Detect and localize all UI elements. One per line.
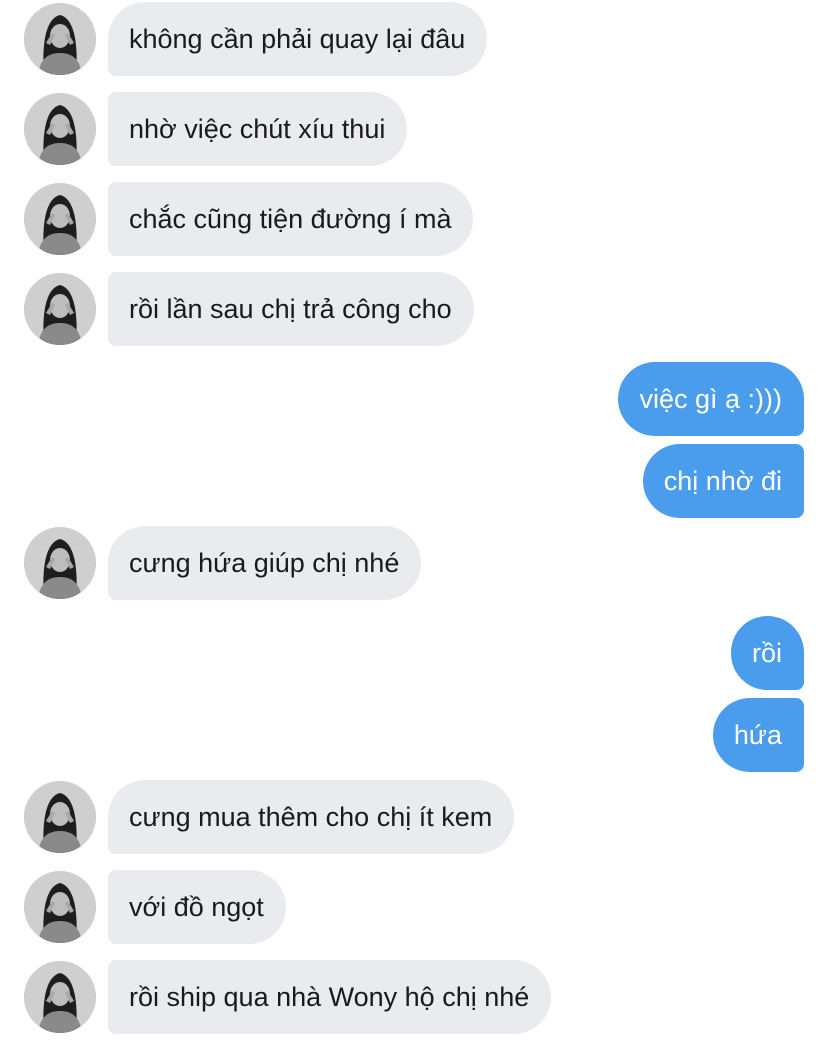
avatar[interactable] xyxy=(24,273,96,345)
incoming-message-bubble[interactable]: nhờ việc chút xíu thui xyxy=(108,92,408,166)
message-row-incoming: không cần phải quay lại đâu xyxy=(0,2,828,76)
message-row-incoming: với đồ ngọt xyxy=(0,870,828,944)
avatar-photo-icon xyxy=(24,183,96,255)
incoming-message-bubble[interactable]: chắc cũng tiện đường í mà xyxy=(108,182,474,256)
message-row-outgoing: việc gì ạ :))) xyxy=(0,362,828,436)
avatar-photo-icon xyxy=(24,527,96,599)
incoming-message-bubble[interactable]: cưng hứa giúp chị nhé xyxy=(108,526,422,600)
message-row-outgoing: hứa xyxy=(0,698,828,772)
avatar-photo-icon xyxy=(24,3,96,75)
message-row-incoming: rồi ship qua nhà Wony hộ chị nhé xyxy=(0,960,828,1034)
incoming-message-bubble[interactable]: không cần phải quay lại đâu xyxy=(108,2,488,76)
avatar-photo-icon xyxy=(24,871,96,943)
message-row-incoming: chắc cũng tiện đường í mà xyxy=(0,182,828,256)
avatar[interactable] xyxy=(24,183,96,255)
avatar-photo-icon xyxy=(24,781,96,853)
incoming-message-bubble[interactable]: cưng mua thêm cho chị ít kem xyxy=(108,780,515,854)
avatar-photo-icon xyxy=(24,273,96,345)
avatar[interactable] xyxy=(24,93,96,165)
outgoing-message-bubble[interactable]: hứa xyxy=(712,698,804,772)
incoming-message-bubble[interactable]: rồi ship qua nhà Wony hộ chị nhé xyxy=(108,960,552,1034)
avatar[interactable] xyxy=(24,527,96,599)
avatar[interactable] xyxy=(24,961,96,1033)
avatar-photo-icon xyxy=(24,93,96,165)
message-row-incoming: nhờ việc chút xíu thui xyxy=(0,92,828,166)
message-row-outgoing: rồi xyxy=(0,616,828,690)
avatar[interactable] xyxy=(24,871,96,943)
outgoing-message-bubble[interactable]: rồi xyxy=(730,616,804,690)
incoming-message-bubble[interactable]: rồi lần sau chị trả công cho xyxy=(108,272,474,346)
message-row-incoming: rồi lần sau chị trả công cho xyxy=(0,272,828,346)
message-row-outgoing: chị nhờ đi xyxy=(0,444,828,518)
message-row-incoming: cưng mua thêm cho chị ít kem xyxy=(0,780,828,854)
outgoing-message-bubble[interactable]: chị nhờ đi xyxy=(642,444,804,518)
avatar[interactable] xyxy=(24,3,96,75)
avatar[interactable] xyxy=(24,781,96,853)
message-row-incoming: cưng hứa giúp chị nhé xyxy=(0,526,828,600)
outgoing-message-bubble[interactable]: việc gì ạ :))) xyxy=(618,362,804,436)
incoming-message-bubble[interactable]: với đồ ngọt xyxy=(108,870,286,944)
avatar-photo-icon xyxy=(24,961,96,1033)
